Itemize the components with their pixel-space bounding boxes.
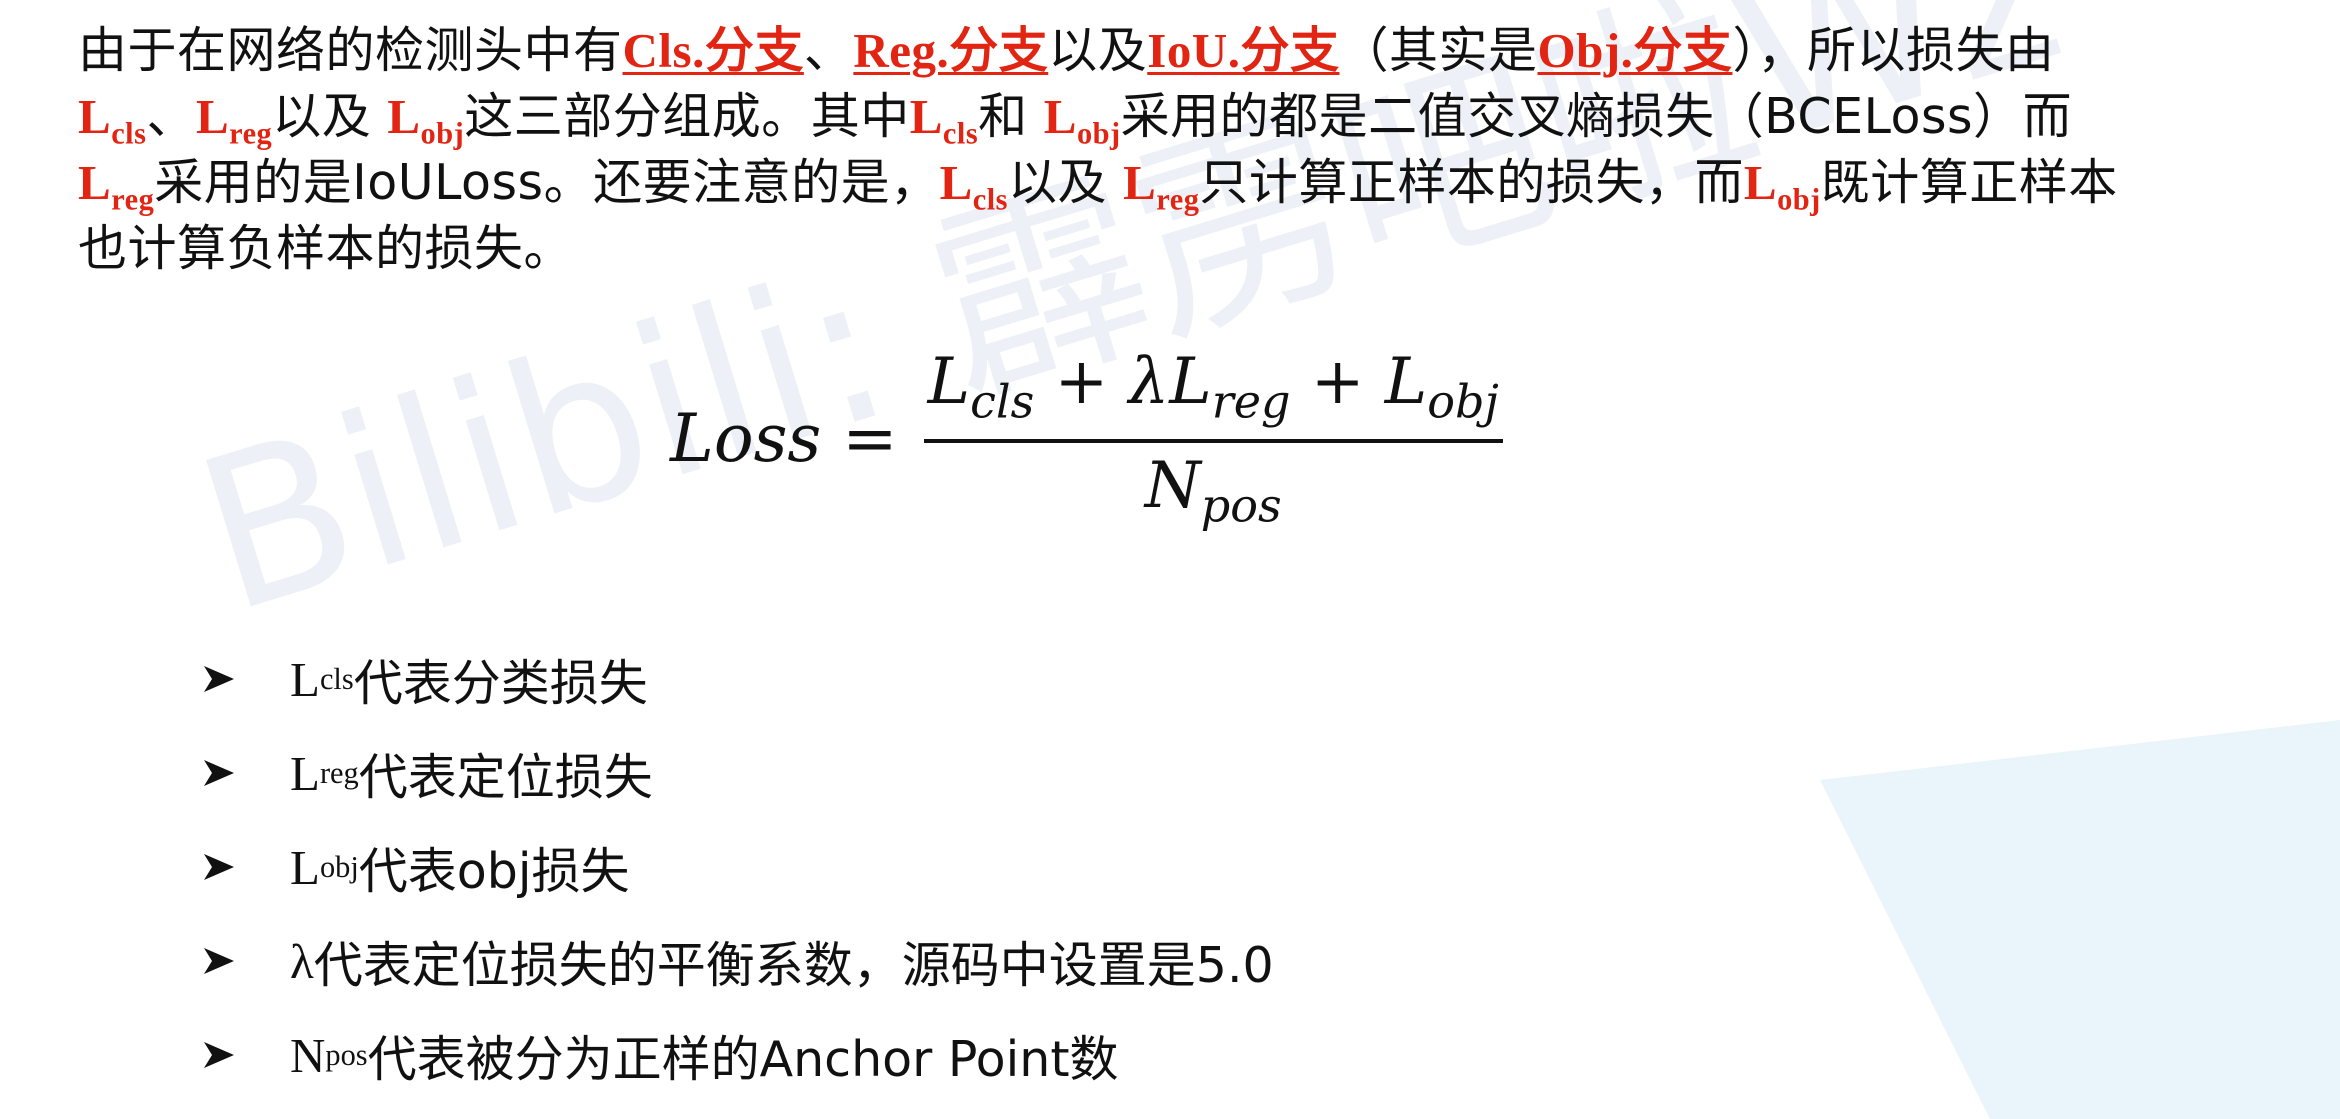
loss-formula: Loss = Lcls + λLreg + Lobj Npos: [670, 345, 1503, 532]
arrowhead-bullet-icon: [204, 854, 234, 880]
intro-text: ），所以损失由: [1732, 22, 2055, 79]
cls-branch-link: Cls.分支: [622, 23, 804, 78]
intro-text: 这三部分组成。其中: [464, 88, 910, 145]
obj-branch-link: Obj.分支: [1537, 23, 1733, 78]
intro-text: 既计算正样本: [1820, 154, 2118, 211]
intro-text: 以及: [272, 88, 388, 145]
iou-branch-link: IoU.分支: [1147, 23, 1340, 78]
intro-text: 和: [978, 88, 1044, 145]
intro-paragraph: 由于在网络的检测头中有Cls.分支、Reg.分支以及IoU.分支（其实是Obj.…: [78, 18, 2318, 282]
l-reg-term: Lreg: [195, 89, 273, 151]
intro-line-4: 也计算负样本的损失。: [78, 216, 2318, 282]
intro-text: 采用的是IoULoss。还要注意的是，: [154, 154, 940, 211]
l-reg-term: Lreg: [1123, 155, 1200, 217]
arrowhead-bullet-icon: [204, 666, 234, 692]
l-cls-term: Lcls: [909, 89, 979, 151]
intro-text: 采用的都是二值交叉熵损失（BCELoss）而: [1120, 88, 2073, 145]
intro-text: 也计算负样本的损失。: [78, 220, 574, 277]
intro-text: 由于在网络的检测头中有: [78, 22, 623, 79]
arrowhead-bullet-icon: [204, 760, 234, 786]
list-item: Npos 代表被分为正样的Anchor Point数: [200, 1008, 1274, 1102]
l-obj-term: Lobj: [387, 89, 465, 151]
arrowhead-bullet-icon: [204, 948, 234, 974]
l-obj-term: Lobj: [1043, 89, 1121, 151]
l-cls-term: Lcls: [939, 155, 1009, 217]
intro-text: 只计算正样本的损失，而: [1199, 154, 1744, 211]
intro-text: 以及: [1048, 22, 1148, 79]
intro-line-2: Lcls、Lreg以及 Lobj这三部分组成。其中Lcls和 Lobj采用的都是…: [78, 84, 2318, 151]
list-item: λ 代表定位损失的平衡系数，源码中设置是5.0: [200, 914, 1274, 1008]
l-reg-term: Lreg: [78, 155, 155, 217]
reg-branch-link: Reg.分支: [853, 23, 1049, 78]
formula-numerator: Lcls + λLreg + Lobj: [927, 345, 1499, 429]
list-item: Lobj 代表obj损失: [200, 820, 1274, 914]
formula-lhs: Loss =: [670, 400, 898, 478]
intro-text: 以及: [1008, 154, 1124, 211]
l-cls-term: Lcls: [78, 89, 147, 151]
intro-line-3: Lreg采用的是IoULoss。还要注意的是，Lcls以及 Lreg只计算正样本…: [78, 150, 2318, 217]
intro-text: 、: [803, 22, 854, 79]
l-obj-term: Lobj: [1743, 155, 1821, 217]
formula-denominator: Npos: [1144, 448, 1282, 533]
intro-text: 、: [146, 88, 196, 145]
formula-fraction: Lcls + λLreg + Lobj Npos: [923, 345, 1503, 533]
definition-list: Lcls 代表分类损失 Lreg 代表定位损失 Lobj 代表obj损失 λ 代表定位损…: [200, 632, 1274, 1102]
list-item: Lcls 代表分类损失: [200, 632, 1274, 726]
arrowhead-bullet-icon: [204, 1042, 234, 1068]
intro-line-1: 由于在网络的检测头中有Cls.分支、Reg.分支以及IoU.分支（其实是Obj.…: [78, 18, 2318, 84]
intro-text: （其实是: [1339, 22, 1538, 79]
list-item: Lreg 代表定位损失: [200, 726, 1274, 820]
